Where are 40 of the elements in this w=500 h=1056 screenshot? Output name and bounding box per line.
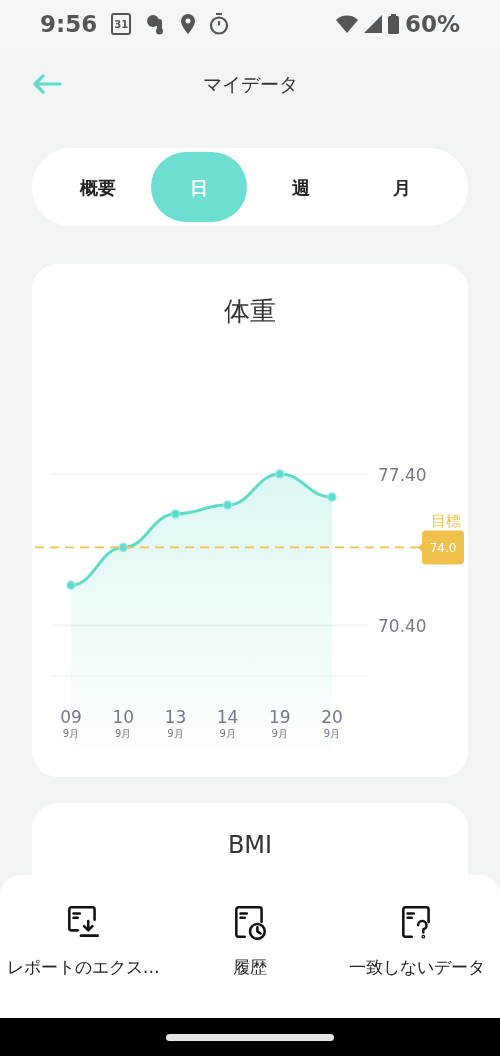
home-handle[interactable] [166,1033,334,1041]
page-title: マイデータ [202,71,298,97]
tab[interactable]: 概要 [50,152,146,222]
data-point [170,509,181,519]
action-button[interactable]: 履歴 [166,903,334,1018]
axis-label: 09 [60,707,82,727]
tab[interactable]: 月 [354,152,450,222]
card-title: BMI [227,830,273,859]
status-time: 9:56 [40,9,98,39]
axis-label: 20 [321,707,343,727]
axis-sublabel: 9月 [219,728,236,739]
wifi-icon [335,15,358,33]
battery-percent: 60% [404,9,460,39]
data-point [118,542,128,553]
axis-label: 14 [216,707,239,727]
tab[interactable]: 週 [252,152,349,222]
card-title: 体重 [224,295,276,328]
data-point [222,500,233,510]
axis-sublabel: 9月 [115,728,132,739]
axis-sublabel: 9月 [271,728,288,739]
axis-sublabel: 9月 [323,728,341,739]
signal-icon [363,15,382,33]
action-button[interactable]: 一致しないデータ [333,903,500,1018]
location-icon [181,14,196,34]
goal-label: 目標 [431,512,461,531]
goal-badge: 74.0 [418,530,464,565]
action-button[interactable]: レポートのエクス… [0,903,167,1018]
axis-sublabel: 9月 [167,728,184,739]
axis-sublabel: 9月 [62,728,80,739]
data-point [66,580,76,590]
timer-icon [209,13,230,35]
axis-label: 19 [269,707,291,727]
axis-label: 10 [112,707,134,727]
data-point [327,492,337,502]
axis-label: 77.40 [378,465,427,485]
axis-label: 70.40 [378,616,427,637]
data-point [275,469,285,479]
axis-label: 13 [164,707,187,727]
calendar-icon: 31 [111,13,132,35]
battery-icon [387,14,399,34]
